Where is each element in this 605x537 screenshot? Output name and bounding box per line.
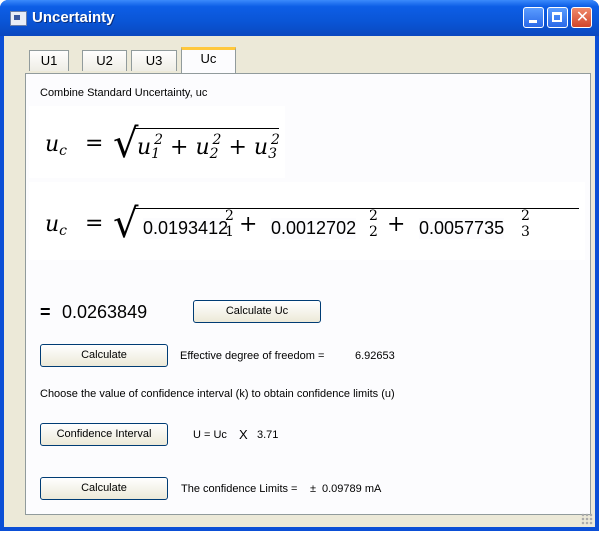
- value-u1-sup: 2: [225, 208, 234, 224]
- radical-bar: [135, 128, 279, 129]
- plus-value-2: +: [387, 212, 406, 237]
- minimize-icon: [529, 20, 537, 23]
- term-sup-3: 2: [271, 132, 280, 148]
- close-icon: ✕: [575, 7, 590, 26]
- k-value: 3.71: [257, 429, 279, 441]
- uc-value: 0.0263849: [62, 302, 148, 322]
- term-u3: u: [253, 135, 269, 160]
- plus-value-1: +: [239, 212, 258, 237]
- uc-equals: =: [40, 302, 51, 322]
- minimize-button[interactable]: [523, 7, 544, 28]
- term-u2: u: [195, 135, 210, 160]
- close-button[interactable]: ✕: [571, 7, 592, 28]
- term-sup-2: 2: [212, 132, 222, 148]
- app-icon[interactable]: [10, 11, 27, 26]
- app-window: Uncertainty ✕ U1 U2 U3 Uc Combine Standa…: [0, 0, 599, 531]
- panel-heading: Combine Standard Uncertainty, uc: [40, 87, 208, 99]
- sqrt-icon: √: [113, 121, 139, 167]
- maximize-button[interactable]: [547, 7, 568, 28]
- plus-2: +: [228, 135, 247, 160]
- term-sub-3: 3: [268, 146, 277, 162]
- window-title: Uncertainty: [32, 9, 115, 26]
- formula-values: uc = √ 0.0193412 2 1 + 0.0012702 2 2 + 0…: [29, 182, 585, 260]
- u-formula: U = Uc: [193, 429, 227, 441]
- value-u2-sup: 2: [369, 208, 378, 224]
- dof-label: Effective degree of freedom =: [180, 350, 325, 362]
- plus-minus-icon: ±: [310, 483, 317, 495]
- choose-instructions: Choose the value of confidence interval …: [40, 388, 395, 400]
- tab-u3[interactable]: U3: [131, 50, 177, 71]
- value-u2-sub: 2: [369, 224, 378, 240]
- formula-symbolic: uc = √ u12 + u22 + u32: [29, 106, 285, 178]
- client-area: U1 U2 U3 Uc Combine Standard Uncertainty…: [4, 36, 595, 527]
- resize-grip[interactable]: [581, 513, 593, 525]
- formula2-sub-c: c: [59, 223, 68, 239]
- calculate-dof-button[interactable]: Calculate: [40, 344, 168, 367]
- formula-terms: u12 + u22 + u32: [137, 132, 280, 162]
- confidence-interval-button[interactable]: Confidence Interval: [40, 423, 168, 446]
- tab-panel-uc: Combine Standard Uncertainty, uc uc = √ …: [25, 73, 591, 515]
- term-sub-1: 1: [151, 146, 161, 162]
- dof-value: 6.92653: [355, 350, 395, 362]
- value-u3-sup: 2: [521, 208, 530, 224]
- formula2-equals: =: [85, 211, 104, 236]
- formula-sub-c: c: [59, 143, 68, 159]
- value-u1: 0.0193412: [143, 218, 229, 239]
- formula2-u: u: [45, 212, 60, 237]
- value-u2: 0.0012702: [271, 218, 357, 239]
- tab-uc[interactable]: Uc: [181, 47, 236, 73]
- calculate-limits-button[interactable]: Calculate: [40, 477, 168, 500]
- tab-u2[interactable]: U2: [82, 50, 127, 71]
- value-u3-sub: 3: [521, 224, 530, 240]
- radical2-bar: [135, 208, 579, 209]
- formula-equals: =: [85, 131, 104, 156]
- term-sup-1: 2: [154, 132, 164, 148]
- formula-lhs: uc: [45, 132, 67, 159]
- times-icon: X: [239, 427, 248, 442]
- limits-label: The confidence Limits =: [181, 483, 298, 495]
- tab-u1[interactable]: U1: [29, 50, 69, 71]
- term-u1: u: [137, 135, 152, 160]
- calculate-uc-button[interactable]: Calculate Uc: [193, 300, 321, 323]
- value-u1-sub: 1: [225, 224, 234, 240]
- maximize-icon: [552, 12, 562, 22]
- sqrt2-icon: √: [113, 201, 139, 247]
- plus-1: +: [170, 135, 189, 160]
- title-bar[interactable]: Uncertainty ✕: [0, 0, 599, 36]
- limits-value: 0.09789 mA: [322, 483, 382, 495]
- formula2-lhs: uc: [45, 212, 67, 239]
- formula-u: u: [45, 132, 60, 157]
- term-sub-2: 2: [209, 146, 219, 162]
- value-u3: 0.0057735: [419, 218, 505, 239]
